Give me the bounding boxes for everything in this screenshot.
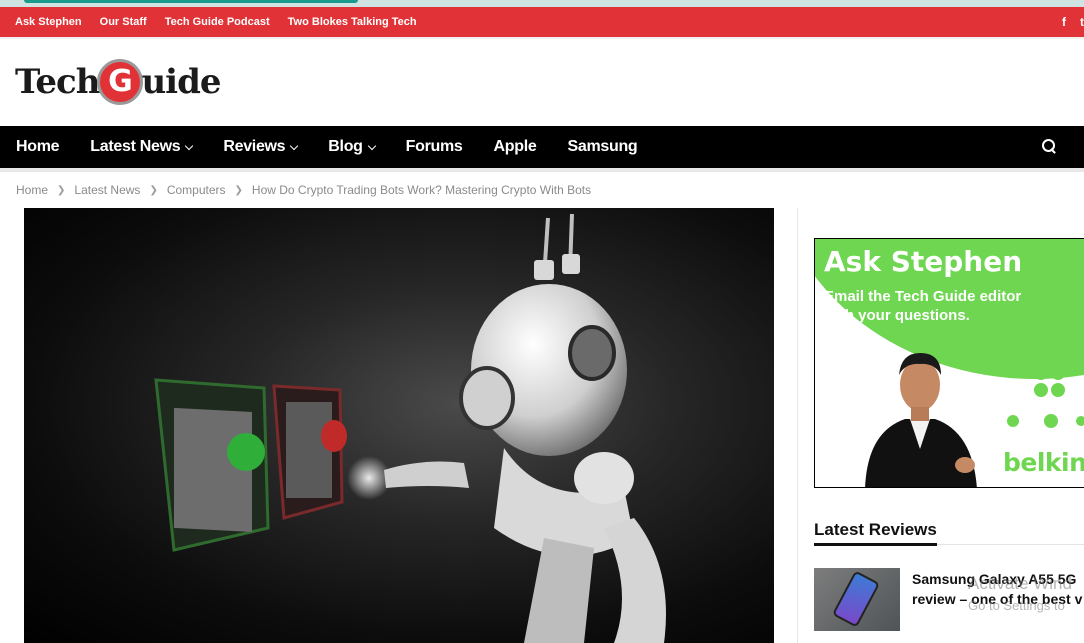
editor-photo	[865, 353, 977, 487]
latest-reviews-underline	[814, 543, 937, 546]
nav-item-apple[interactable]: Apple	[494, 138, 537, 156]
logo-text-tech: Tech	[15, 62, 100, 102]
top-bar: Ask Stephen Our Staff Tech Guide Podcast…	[0, 7, 1084, 37]
twitter-icon[interactable]: t	[1080, 15, 1084, 29]
breadcrumb-latest-news[interactable]: Latest News	[74, 183, 140, 197]
red-button-panel	[272, 384, 347, 520]
facebook-icon[interactable]: f	[1062, 15, 1066, 29]
chevron-down-icon	[185, 141, 194, 150]
nav-item-reviews[interactable]: Reviews	[223, 138, 299, 156]
ad-subtitle: Email the Tech Guide editor with your qu…	[824, 288, 1022, 324]
breadcrumb-computers[interactable]: Computers	[167, 183, 226, 197]
nav-item-latest-news[interactable]: Latest News	[90, 138, 194, 156]
top-strip	[0, 0, 1084, 7]
main-nav: Home Latest News Reviews Blog Forums App…	[0, 126, 1084, 168]
site-logo[interactable]: Tech G uide	[15, 57, 222, 107]
social-links: f t	[1048, 7, 1084, 37]
chevron-right-icon: ❯	[57, 184, 66, 196]
chevron-down-icon	[290, 141, 299, 150]
chevron-right-icon: ❯	[234, 184, 243, 196]
top-strip-accent	[24, 0, 358, 3]
robot	[384, 213, 666, 643]
ask-stephen-ad[interactable]: Ask Stephen Email the Tech Guide editor …	[814, 238, 1084, 488]
breadcrumb-home[interactable]: Home	[16, 183, 48, 197]
nav-item-forums[interactable]: Forums	[406, 138, 463, 156]
topbar-link-two-blokes[interactable]: Two Blokes Talking Tech	[288, 16, 417, 28]
topbar-link-podcast[interactable]: Tech Guide Podcast	[165, 16, 270, 28]
chevron-down-icon	[367, 141, 376, 150]
breadcrumb: Home ❯ Latest News ❯ Computers ❯ How Do …	[0, 172, 1084, 208]
belkin-dots-icon	[1007, 340, 1084, 428]
nav-item-blog[interactable]: Blog	[328, 138, 376, 156]
nav-item-home[interactable]: Home	[16, 138, 60, 156]
topbar-link-our-staff[interactable]: Our Staff	[100, 16, 147, 28]
hero-image-robot-buttons	[24, 208, 774, 643]
ad-brand-logo: belkin	[1003, 448, 1084, 477]
search-icon[interactable]	[1042, 139, 1056, 153]
site-header: Tech G uide	[0, 39, 1084, 126]
logo-text-uide: uide	[141, 62, 221, 102]
breadcrumb-current-page: How Do Crypto Trading Bots Work? Masteri…	[251, 183, 592, 197]
review-title[interactable]: Samsung Galaxy A55 5G review – one of th…	[912, 569, 1084, 609]
nav-item-samsung[interactable]: Samsung	[567, 138, 637, 156]
sidebar-divider	[797, 208, 798, 643]
phone-image	[831, 570, 881, 628]
green-button-panel	[154, 378, 270, 552]
page-content: Ask Stephen Email the Tech Guide editor …	[0, 208, 1084, 643]
logo-g-icon: G	[97, 59, 144, 105]
ad-title: Ask Stephen	[824, 245, 1023, 278]
review-item[interactable]: Samsung Galaxy A55 5G review – one of th…	[814, 568, 1084, 632]
latest-reviews-heading: Latest Reviews	[814, 520, 937, 539]
review-thumbnail[interactable]	[814, 568, 900, 631]
topbar-link-ask-stephen[interactable]: Ask Stephen	[15, 16, 82, 28]
chevron-right-icon: ❯	[149, 184, 158, 196]
